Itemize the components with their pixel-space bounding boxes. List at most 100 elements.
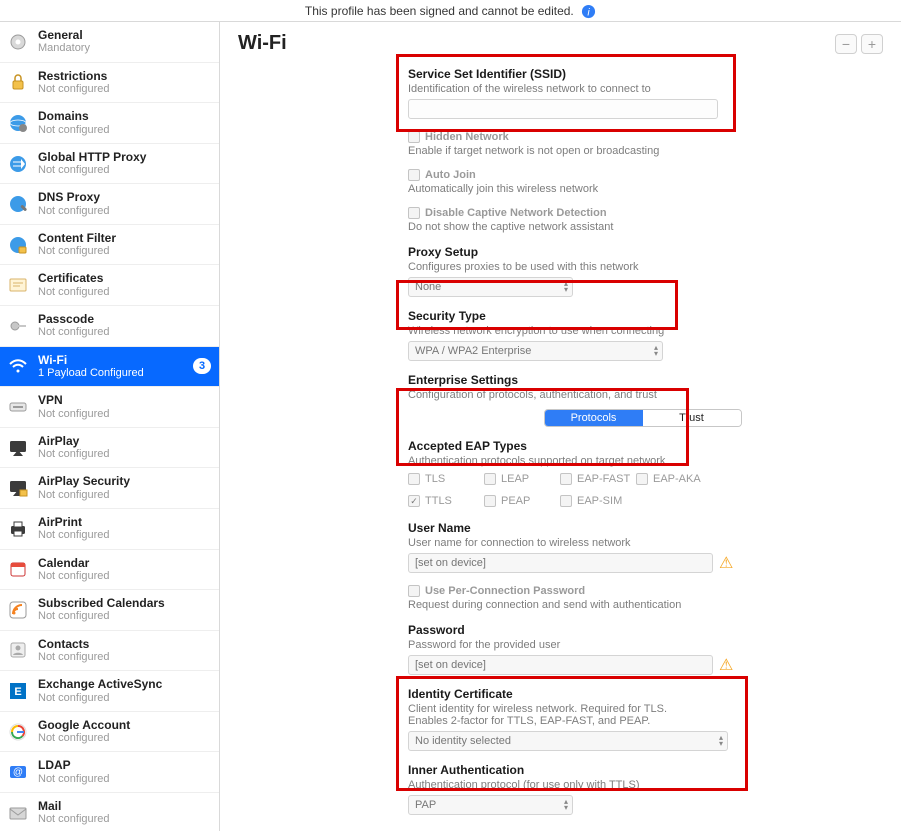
sidebar-item-contacts[interactable]: ContactsNot configured: [0, 631, 219, 672]
hidden-network-checkbox[interactable]: [408, 131, 420, 143]
password-input[interactable]: [408, 655, 713, 675]
sidebar-item-sub: Not configured: [38, 692, 211, 705]
identity-cert-title: Identity Certificate: [408, 687, 877, 701]
ldap-icon: @: [6, 760, 30, 784]
banner-text: This profile has been signed and cannot …: [305, 4, 574, 18]
sidebar-item-sub: Not configured: [38, 124, 211, 137]
sidebar-item-certificates[interactable]: CertificatesNot configured: [0, 265, 219, 306]
remove-payload-button[interactable]: −: [835, 34, 857, 54]
sidebar-item-title: Certificates: [38, 271, 211, 285]
proxy-desc: Configures proxies to be used with this …: [408, 261, 877, 273]
sidebar-item-title: AirPlay Security: [38, 474, 211, 488]
sidebar-item-title: Wi-Fi: [38, 353, 185, 367]
sidebar-item-sub: Not configured: [38, 205, 211, 218]
security-select[interactable]: WPA / WPA2 Enterprise▴▾: [408, 341, 663, 361]
username-input[interactable]: [408, 553, 713, 573]
eap-leap-checkbox[interactable]: [484, 473, 496, 485]
sidebar-item-title: AirPlay: [38, 434, 211, 448]
sidebar-item-sub: Mandatory: [38, 42, 211, 55]
eap-ttls-checkbox[interactable]: [408, 495, 420, 507]
contacts-icon: [6, 638, 30, 662]
username-desc: User name for connection to wireless net…: [408, 537, 877, 549]
identity-cert-select[interactable]: No identity selected▴▾: [408, 731, 728, 751]
tab-protocols[interactable]: Protocols: [545, 410, 643, 426]
globe-wrench-icon: [6, 192, 30, 216]
sidebar-item-dns-proxy[interactable]: DNS ProxyNot configured: [0, 184, 219, 225]
add-payload-button[interactable]: +: [861, 34, 883, 54]
sidebar-item-global-http-proxy[interactable]: Global HTTP ProxyNot configured: [0, 144, 219, 185]
perconn-checkbox[interactable]: [408, 585, 420, 597]
sidebar-item-sub: 1 Payload Configured: [38, 367, 185, 380]
sidebar-item-title: Domains: [38, 109, 211, 123]
proxy-title: Proxy Setup: [408, 245, 877, 259]
sidebar-item-subscribed-calendars[interactable]: Subscribed CalendarsNot configured: [0, 590, 219, 631]
eap-tls-checkbox[interactable]: [408, 473, 420, 485]
sidebar-item-title: Exchange ActiveSync: [38, 677, 211, 691]
sidebar-item-title: Google Account: [38, 718, 211, 732]
sidebar-item-domains[interactable]: DomainsNot configured: [0, 103, 219, 144]
inner-auth-group: Inner Authentication Authentication prot…: [408, 763, 877, 815]
security-desc: Wireless network encryption to use when …: [408, 325, 877, 337]
eap-tls-label: TLS: [425, 473, 445, 485]
exchange-icon: E: [6, 679, 30, 703]
sidebar-item-title: Contacts: [38, 637, 211, 651]
inner-auth-select[interactable]: PAP▴▾: [408, 795, 573, 815]
ssid-input[interactable]: [408, 99, 718, 119]
chevron-updown-icon: ▴▾: [719, 735, 723, 747]
proxy-select[interactable]: None▴▾: [408, 277, 573, 297]
password-desc: Password for the provided user: [408, 639, 877, 651]
ssid-title: Service Set Identifier (SSID): [408, 67, 877, 81]
sidebar-item-exchange-activesync[interactable]: E Exchange ActiveSyncNot configured: [0, 671, 219, 712]
info-icon[interactable]: i: [581, 4, 596, 19]
eap-eapfast-label: EAP-FAST: [577, 473, 630, 485]
sidebar-item-wi-fi[interactable]: Wi-Fi1 Payload Configured3: [0, 347, 219, 388]
eap-eapfast-checkbox[interactable]: [560, 473, 572, 485]
username-title: User Name: [408, 521, 877, 535]
inner-auth-title: Inner Authentication: [408, 763, 877, 777]
eap-eapsim-checkbox[interactable]: [560, 495, 572, 507]
ssid-group: Service Set Identifier (SSID) Identifica…: [408, 67, 877, 119]
captive-checkbox[interactable]: [408, 207, 420, 219]
form-scroll: Service Set Identifier (SSID) Identifica…: [238, 67, 883, 827]
sidebar-item-sub: Not configured: [38, 83, 211, 96]
sidebar-item-airprint[interactable]: AirPrintNot configured: [0, 509, 219, 550]
sidebar-item-vpn[interactable]: VPNNot configured: [0, 387, 219, 428]
sidebar-item-title: AirPrint: [38, 515, 211, 529]
sidebar-item-airplay[interactable]: AirPlayNot configured: [0, 428, 219, 469]
sidebar-item-sub: Not configured: [38, 651, 211, 664]
wifi-icon: [6, 354, 30, 378]
sidebar-item-calendar[interactable]: CalendarNot configured: [0, 550, 219, 591]
sidebar-item-mail[interactable]: MailNot configured: [0, 793, 219, 831]
autojoin-desc: Automatically join this wireless network: [408, 183, 877, 195]
sidebar-item-restrictions[interactable]: RestrictionsNot configured: [0, 63, 219, 104]
eap-eapaka-checkbox[interactable]: [636, 473, 648, 485]
autojoin-checkbox[interactable]: [408, 169, 420, 181]
sidebar-item-title: Content Filter: [38, 231, 211, 245]
password-group: Password Password for the provided user …: [408, 623, 877, 675]
google-icon: [6, 720, 30, 744]
enterprise-desc: Configuration of protocols, authenticati…: [408, 389, 877, 401]
sidebar-item-title: Mail: [38, 799, 211, 813]
key-icon: [6, 314, 30, 338]
eap-peap-label: PEAP: [501, 495, 530, 507]
vpn-icon: [6, 395, 30, 419]
sidebar-item-general[interactable]: GeneralMandatory: [0, 22, 219, 63]
perconn-desc: Request during connection and send with …: [408, 599, 877, 611]
sidebar-item-title: General: [38, 28, 211, 42]
sidebar-item-title: DNS Proxy: [38, 190, 211, 204]
sidebar-item-ldap[interactable]: @LDAPNot configured: [0, 752, 219, 793]
eap-peap-checkbox[interactable]: [484, 495, 496, 507]
username-group: User Name User name for connection to wi…: [408, 521, 877, 573]
warning-icon: ⚠︎: [719, 553, 733, 573]
eap-eapsim-label: EAP-SIM: [577, 495, 622, 507]
hidden-network-desc: Enable if target network is not open or …: [408, 145, 877, 157]
sidebar-item-google-account[interactable]: Google AccountNot configured: [0, 712, 219, 753]
sidebar-item-title: Subscribed Calendars: [38, 596, 211, 610]
chevron-updown-icon: ▴▾: [564, 281, 568, 293]
sidebar-item-content-filter[interactable]: Content FilterNot configured: [0, 225, 219, 266]
sidebar-item-passcode[interactable]: PasscodeNot configured: [0, 306, 219, 347]
sidebar-item-airplay-security[interactable]: AirPlay SecurityNot configured: [0, 468, 219, 509]
enterprise-tabs: Protocols Trust: [544, 409, 742, 427]
tab-trust[interactable]: Trust: [643, 410, 741, 426]
sidebar-item-title: Restrictions: [38, 69, 211, 83]
